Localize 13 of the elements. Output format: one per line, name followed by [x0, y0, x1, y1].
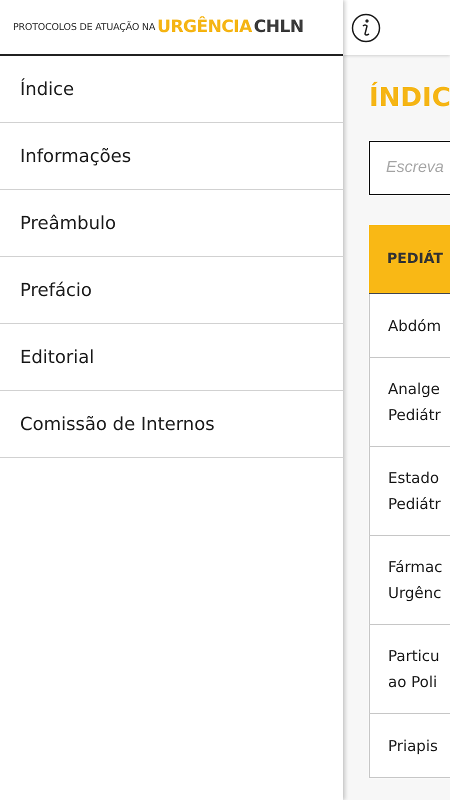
table-header: PEDIÁT [369, 225, 450, 294]
search-field[interactable]: Escreva [369, 141, 450, 195]
menu-item[interactable]: Comissão de Internos [0, 391, 343, 458]
menu-item[interactable]: Preâmbulo [0, 190, 343, 257]
logo-caption: PROTOCOLOS DE ATUAÇÃO NA [13, 22, 156, 32]
menu-item[interactable]: Prefácio [0, 257, 343, 324]
logo-wordmark: URGÊNCIA [157, 17, 252, 37]
info-icon[interactable] [351, 12, 381, 42]
menu-item[interactable]: Editorial [0, 324, 343, 391]
menu-item[interactable]: Informações [0, 123, 343, 190]
logo-wordmark: CHLN [254, 17, 304, 37]
page-title: ÍNDIC [369, 83, 450, 113]
menu-item[interactable]: Índice [0, 56, 343, 123]
